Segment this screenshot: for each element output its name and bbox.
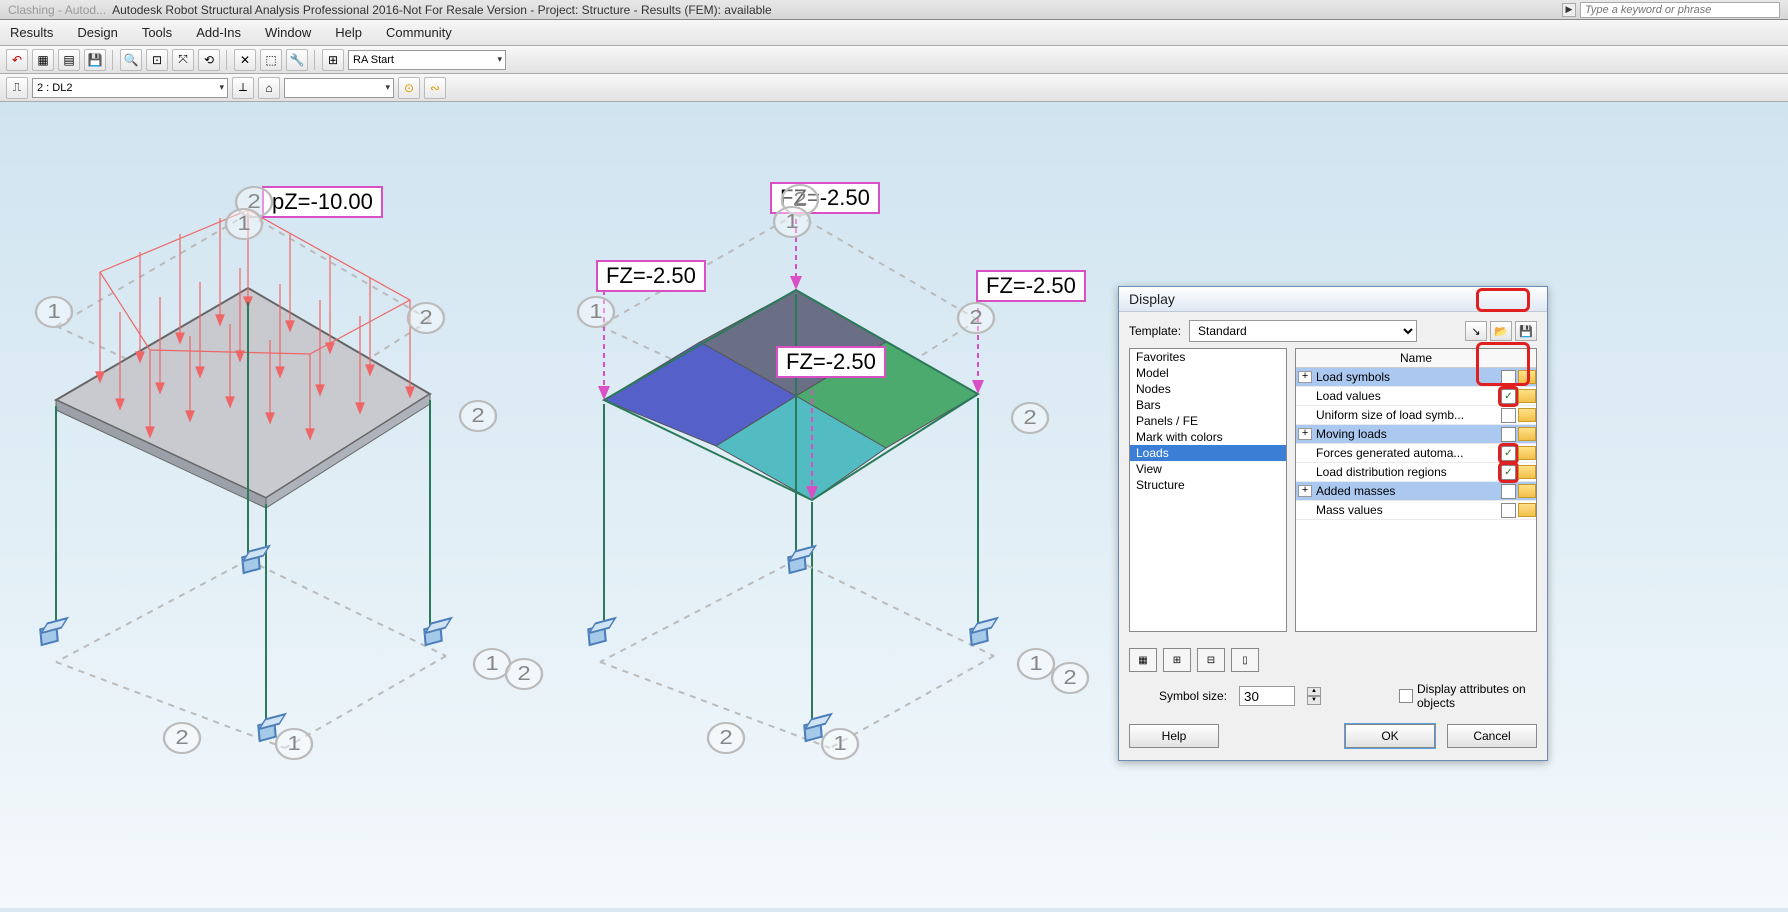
bubble: 2 [1051,662,1089,694]
titlebar: Clashing - Autod... Autodesk Robot Struc… [0,0,1788,20]
refresh-icon[interactable]: ⟲ [198,49,220,71]
view-grid-icon[interactable]: ⊞ [1163,648,1191,672]
bubble: 1 [1017,648,1055,680]
cancel-button[interactable]: Cancel [1447,724,1537,748]
layout-icon[interactable]: ⊞ [322,49,344,71]
load-combo2[interactable] [284,78,394,98]
bubble: 2 [459,400,497,432]
display-attr-label: Display attributes on objects [1417,682,1537,710]
label-f2: FZ=-2.50 [596,260,706,292]
viewport[interactable]: pZ=-10.00 FZ=-2.50 FZ=-2.50 FZ=-2.50 FZ=… [0,102,1788,908]
menu-help[interactable]: Help [335,25,362,40]
cat-view[interactable]: View [1130,461,1286,477]
undo-icon[interactable]: ↶ [6,49,28,71]
view-all-icon[interactable]: ▦ [1129,648,1157,672]
left-model [56,210,446,748]
cat-bars[interactable]: Bars [1130,397,1286,413]
opt-moving-loads[interactable]: +Moving loads [1296,425,1536,444]
menu-tools[interactable]: Tools [142,25,172,40]
title-arrow[interactable]: ▶ [1562,3,1576,17]
display-icon[interactable]: ⊙ [398,77,420,99]
box-icon[interactable]: ⬚ [260,49,282,71]
cat-favorites[interactable]: Favorites [1130,349,1286,365]
menu-design[interactable]: Design [77,25,117,40]
save-icon[interactable]: 💾 [84,49,106,71]
link-icon[interactable]: ∾ [424,77,446,99]
open-icon[interactable]: 📂 [1490,321,1512,341]
bubble: 2 [163,722,201,754]
menu-results[interactable]: Results [10,25,53,40]
loadcase-combo[interactable]: 2 : DL2 [32,78,228,98]
bubble: 1 [577,296,615,328]
label-f4: FZ=-2.50 [776,346,886,378]
title-dim: Clashing - Autod... [8,3,106,17]
highlight-2 [1476,342,1530,386]
symbol-size-label: Symbol size: [1159,689,1227,703]
zoom-window-icon[interactable]: ⊡ [146,49,168,71]
menu-window[interactable]: Window [265,25,311,40]
opt-added-masses[interactable]: +Added masses [1296,482,1536,501]
bubble: 2 [707,722,745,754]
category-list[interactable]: Favorites Model Nodes Bars Panels / FE M… [1129,348,1287,632]
cat-structure[interactable]: Structure [1130,477,1286,493]
cat-loads[interactable]: Loads [1130,445,1286,461]
options-list: Name +Load symbols Load values✓ Uniform … [1295,348,1537,632]
tools-icon[interactable]: 🔧 [286,49,308,71]
opt-mass-values[interactable]: Mass values [1296,501,1536,520]
template-select[interactable]: Standard [1189,320,1417,342]
toolbar2: ⎍ 2 : DL2 ⟂ ⌂ ⊙ ∾ [0,74,1788,102]
menubar: Results Design Tools Add-Ins Window Help… [0,20,1788,46]
opt-uniform-size[interactable]: Uniform size of load symb... [1296,406,1536,425]
save-template-icon[interactable]: 💾 [1515,321,1537,341]
title-text: Autodesk Robot Structural Analysis Profe… [112,3,772,17]
load-a-icon[interactable]: ⟂ [232,77,254,99]
cat-colors[interactable]: Mark with colors [1130,429,1286,445]
ok-button[interactable]: OK [1345,724,1435,748]
symbol-size-input[interactable] [1239,686,1295,706]
opt-forces-generated[interactable]: Forces generated automa...✓ [1296,444,1536,463]
bubble: 1 [35,296,73,328]
bubble: 1 [275,728,313,760]
loadcase-icon[interactable]: ⎍ [6,77,28,99]
label-f3: FZ=-2.50 [976,270,1086,302]
keyword-input[interactable] [1580,2,1780,18]
arrow-down-icon[interactable]: ↘ [1465,321,1487,341]
opt-load-values[interactable]: Load values✓ [1296,387,1536,406]
cat-panels[interactable]: Panels / FE [1130,413,1286,429]
opt-load-distribution[interactable]: Load distribution regions✓ [1296,463,1536,482]
menu-community[interactable]: Community [386,25,452,40]
view-half-icon[interactable]: ⊟ [1197,648,1225,672]
highlight-1 [1476,288,1530,312]
bubble: 1 [821,728,859,760]
bubble: 2 [957,302,995,334]
bubble: 2 [407,302,445,334]
help-button[interactable]: Help [1129,724,1219,748]
grid-icon[interactable]: ▦ [32,49,54,71]
cat-nodes[interactable]: Nodes [1130,381,1286,397]
bubble: 2 [1011,402,1049,434]
zoom-fit-icon[interactable]: 🔍 [120,49,142,71]
bubble: 2 [505,658,543,690]
view-single-icon[interactable]: ▯ [1231,648,1259,672]
bubble: 1 [773,206,811,238]
pan-icon[interactable]: ⤧ [172,49,194,71]
calendar-icon[interactable]: ▤ [58,49,80,71]
axes-icon[interactable]: ✕ [234,49,256,71]
template-label: Template: [1129,324,1181,338]
load-b-icon[interactable]: ⌂ [258,77,280,99]
layout-combo[interactable]: RA Start [348,50,506,70]
toolbar1: ↶ ▦ ▤ 💾 🔍 ⊡ ⤧ ⟲ ✕ ⬚ 🔧 ⊞ RA Start [0,46,1788,74]
symbol-size-spinner[interactable]: ▲▼ [1307,687,1321,705]
display-attr-checkbox[interactable] [1399,689,1413,703]
cat-model[interactable]: Model [1130,365,1286,381]
label-pz: pZ=-10.00 [262,186,383,218]
menu-addins[interactable]: Add-Ins [196,25,241,40]
bubble: 1 [225,208,263,240]
